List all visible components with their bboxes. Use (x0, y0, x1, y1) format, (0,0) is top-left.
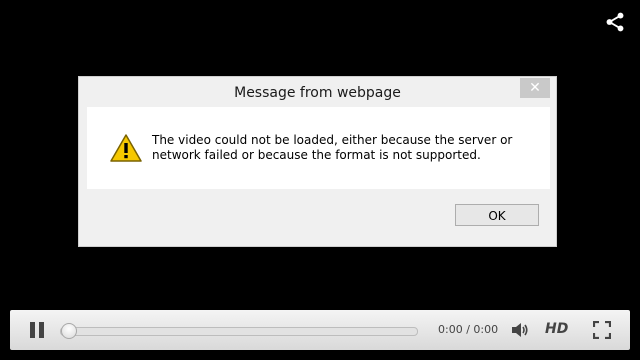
dialog-message: The video could not be loaded, either be… (152, 133, 513, 162)
hd-button[interactable]: HD (545, 321, 568, 337)
volume-icon (512, 323, 528, 337)
fullscreen-button[interactable] (593, 321, 611, 339)
dialog-body: The video could not be loaded, either be… (87, 107, 550, 189)
ok-button[interactable]: OK (455, 204, 539, 226)
time-display: 0:00 / 0:00 (438, 323, 499, 336)
pause-icon (30, 322, 35, 338)
close-icon: ✕ (529, 80, 541, 96)
fullscreen-icon (593, 321, 611, 339)
seek-thumb[interactable] (61, 323, 77, 339)
volume-button[interactable] (510, 321, 528, 339)
pause-button[interactable] (30, 322, 44, 338)
alert-dialog: Message from webpage ✕ The video could n… (78, 76, 557, 247)
share-icon (606, 12, 624, 32)
player-controls: 0:00 / 0:00 HD (10, 310, 630, 350)
warning-icon (109, 133, 143, 163)
dialog-title: Message from webpage (234, 85, 401, 101)
dialog-close-button[interactable]: ✕ (520, 78, 550, 98)
seek-bar[interactable] (60, 323, 418, 339)
share-button[interactable] (604, 11, 626, 33)
